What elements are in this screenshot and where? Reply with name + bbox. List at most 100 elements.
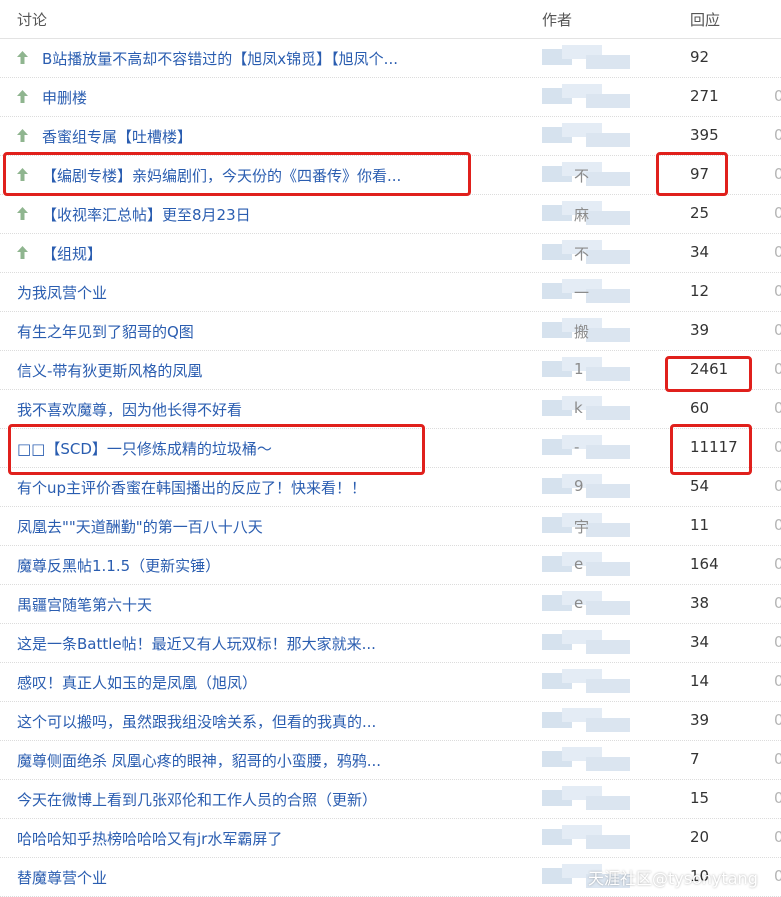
reply-count: 11: [690, 516, 710, 534]
truncated-column-value: 0: [774, 789, 781, 807]
blur-mask: [586, 484, 630, 498]
table-row: 今天在微博上看到几张邓伦和工作人员的合照（更新） 15 0: [0, 780, 781, 819]
table-row: 哈哈哈知乎热榜哈哈哈又有jr水军霸屏了 20 0: [0, 819, 781, 858]
reply-count: 271: [690, 87, 719, 105]
thread-title-link[interactable]: 申删楼: [42, 87, 87, 108]
author-visible-char: 一: [574, 284, 590, 302]
author-visible-char: 9: [574, 477, 584, 495]
table-row: 【组规】 不 34 0: [0, 234, 781, 273]
author-name-blurred[interactable]: 1: [542, 357, 632, 383]
author-name-blurred[interactable]: [542, 747, 632, 773]
author-name-blurred[interactable]: [542, 84, 632, 110]
thread-title-link[interactable]: 有生之年见到了貂哥的Q图: [17, 321, 194, 342]
reply-count: 39: [690, 321, 710, 339]
author-visible-char: -: [574, 438, 580, 456]
author-name-blurred[interactable]: e: [542, 591, 632, 617]
reply-count: 20: [690, 828, 710, 846]
table-row: 凤凰去""天道酬勤"的第一百八十八天 宇 11 0: [0, 507, 781, 546]
author-name-blurred[interactable]: 不: [542, 240, 632, 266]
author-name-blurred[interactable]: [542, 123, 632, 149]
reply-count: 7: [690, 750, 700, 768]
author-name-blurred[interactable]: [542, 669, 632, 695]
thread-title-link[interactable]: 信义-带有狄更斯风格的凤凰: [17, 360, 202, 381]
thread-title-link[interactable]: 今天在微博上看到几张邓伦和工作人员的合照（更新）: [17, 789, 377, 810]
thread-title-link[interactable]: 香蜜组专属【吐槽楼】: [42, 126, 192, 147]
author-visible-char: 1: [574, 360, 584, 378]
truncated-column-value: 0: [774, 555, 781, 573]
reply-count: 34: [690, 633, 710, 651]
blur-mask: [586, 835, 630, 849]
thread-title-link[interactable]: 魔尊侧面绝杀 凤凰心疼的眼神，貂哥的小蛮腰，鸦鸦...: [17, 750, 381, 771]
thread-title-link[interactable]: 这是一条Battle帖！最近又有人玩双标！那大家就来...: [17, 633, 376, 654]
thread-title-link[interactable]: 感叹！真正人如玉的是凤凰（旭凤）: [17, 672, 257, 693]
column-header-author: 作者: [542, 11, 573, 29]
author-name-blurred[interactable]: k: [542, 396, 632, 422]
author-visible-char: e: [574, 555, 584, 573]
author-name-blurred[interactable]: [542, 45, 632, 71]
author-name-blurred[interactable]: 麻: [542, 201, 632, 227]
thread-title-link[interactable]: □□【SCD】一只修炼成精的垃圾桶～: [17, 438, 272, 459]
thread-title-link[interactable]: 替魔尊营个业: [17, 867, 107, 888]
author-name-blurred[interactable]: 9: [542, 474, 632, 500]
reply-count: 54: [690, 477, 710, 495]
author-name-blurred[interactable]: e: [542, 552, 632, 578]
table-row: 香蜜组专属【吐槽楼】 395 0: [0, 117, 781, 156]
blur-mask: [586, 328, 630, 342]
truncated-column-value: 0: [774, 360, 781, 378]
author-name-blurred[interactable]: 不: [542, 162, 632, 188]
blur-mask: [586, 211, 630, 225]
author-visible-char: 搬: [574, 323, 590, 341]
blur-mask: [586, 640, 630, 654]
truncated-column-value: 0: [774, 828, 781, 846]
table-row: 为我凤营个业 一 12 0: [0, 273, 781, 312]
author-name-blurred[interactable]: [542, 825, 632, 851]
pin-arrow-up-icon: [17, 90, 28, 103]
pin-arrow-up-icon: [17, 129, 28, 142]
thread-title-link[interactable]: B站播放量不高却不容错过的【旭凤x锦觅】【旭凤个...: [42, 48, 398, 69]
table-row: 感叹！真正人如玉的是凤凰（旭凤） 14 0: [0, 663, 781, 702]
table-row: □□【SCD】一只修炼成精的垃圾桶～ - 11117 0: [0, 429, 781, 468]
thread-title-link[interactable]: 有个up主评价香蜜在韩国播出的反应了！快来看！！: [17, 477, 366, 498]
author-name-blurred[interactable]: 宇: [542, 513, 632, 539]
truncated-column-value: 0: [774, 243, 781, 261]
thread-title-link[interactable]: 【收视率汇总帖】更至8月23日: [42, 204, 251, 225]
thread-title-link[interactable]: 我不喜欢魔尊，因为他长得不好看: [17, 399, 242, 420]
blur-mask: [586, 406, 630, 420]
thread-title-link[interactable]: 魔尊反黑帖1.1.5（更新实锤）: [17, 555, 220, 576]
author-name-blurred[interactable]: [542, 630, 632, 656]
truncated-column-value: 0: [774, 633, 781, 651]
truncated-column-value: 0: [774, 711, 781, 729]
thread-title-link[interactable]: 禺疆宫随笔第六十天: [17, 594, 152, 615]
pin-arrow-up-icon: [17, 246, 28, 259]
truncated-column-value: 0: [774, 87, 781, 105]
table-row: 我不喜欢魔尊，因为他长得不好看 k 60 0: [0, 390, 781, 429]
author-name-blurred[interactable]: 一: [542, 279, 632, 305]
thread-title-link[interactable]: 为我凤营个业: [17, 282, 107, 303]
reply-count: 34: [690, 243, 710, 261]
author-name-blurred[interactable]: [542, 786, 632, 812]
thread-title-link[interactable]: 【编剧专楼】亲妈编剧们，今天份的《四番传》你看...: [42, 165, 401, 186]
thread-title-link[interactable]: 凤凰去""天道酬勤"的第一百八十八天: [17, 516, 263, 537]
blur-mask: [586, 250, 630, 264]
thread-title-link[interactable]: 【组规】: [42, 243, 102, 264]
thread-title-link[interactable]: 这个可以搬吗，虽然跟我组没啥关系，但看的我真的...: [17, 711, 376, 732]
blur-mask: [586, 523, 630, 537]
truncated-column-value: 0: [774, 672, 781, 690]
blur-mask: [586, 601, 630, 615]
reply-count: 97: [690, 165, 710, 183]
reply-count: 14: [690, 672, 710, 690]
table-row: 这是一条Battle帖！最近又有人玩双标！那大家就来... 34 0: [0, 624, 781, 663]
reply-count: 164: [690, 555, 719, 573]
table-row: 信义-带有狄更斯风格的凤凰 1 2461 0: [0, 351, 781, 390]
thread-title-link[interactable]: 哈哈哈知乎热榜哈哈哈又有jr水军霸屏了: [17, 828, 282, 849]
author-name-blurred[interactable]: -: [542, 435, 632, 461]
reply-count: 60: [690, 399, 710, 417]
author-name-blurred[interactable]: [542, 708, 632, 734]
author-name-blurred[interactable]: 搬: [542, 318, 632, 344]
reply-count: 11117: [690, 438, 738, 456]
blur-mask: [586, 445, 630, 459]
author-visible-char: e: [574, 594, 584, 612]
truncated-column-value: 0: [774, 750, 781, 768]
table-row: 魔尊侧面绝杀 凤凰心疼的眼神，貂哥的小蛮腰，鸦鸦... 7 0: [0, 741, 781, 780]
table-row: 有个up主评价香蜜在韩国播出的反应了！快来看！！ 9 54 0: [0, 468, 781, 507]
